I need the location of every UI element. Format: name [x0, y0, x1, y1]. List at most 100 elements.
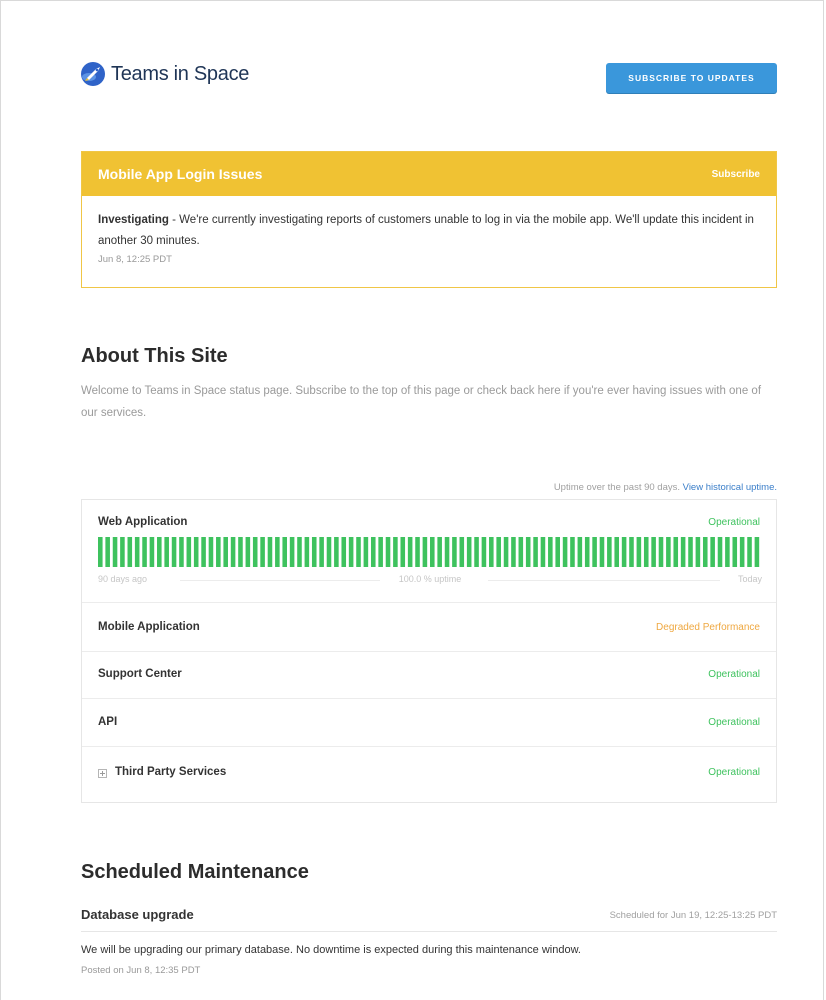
uptime-day-bar[interactable] — [127, 537, 133, 567]
expand-plus-icon[interactable] — [98, 769, 107, 778]
uptime-day-bar[interactable] — [474, 537, 479, 567]
uptime-day-bar[interactable] — [710, 537, 715, 567]
uptime-day-bar[interactable] — [238, 537, 243, 567]
uptime-day-bar[interactable] — [651, 537, 656, 567]
uptime-day-bar[interactable] — [105, 537, 110, 567]
uptime-bar-chart[interactable] — [98, 537, 762, 567]
uptime-day-bar[interactable] — [466, 537, 472, 567]
uptime-day-bar[interactable] — [378, 537, 383, 567]
uptime-day-bar[interactable] — [216, 537, 221, 567]
uptime-day-bar[interactable] — [252, 537, 258, 567]
incident-subscribe-link[interactable]: Subscribe — [712, 169, 760, 180]
uptime-day-bar[interactable] — [260, 537, 265, 567]
uptime-day-bar[interactable] — [548, 537, 553, 567]
uptime-day-bar[interactable] — [370, 537, 376, 567]
uptime-day-bar[interactable] — [629, 537, 634, 567]
uptime-day-bar[interactable] — [754, 537, 760, 567]
uptime-day-bar[interactable] — [179, 537, 184, 567]
uptime-day-bar[interactable] — [334, 537, 339, 567]
uptime-day-bar[interactable] — [348, 537, 354, 567]
uptime-day-bar[interactable] — [584, 537, 590, 567]
uptime-day-bar[interactable] — [688, 537, 693, 567]
uptime-day-bar[interactable] — [525, 537, 531, 567]
uptime-day-bar[interactable] — [680, 537, 686, 567]
uptime-day-bar[interactable] — [282, 537, 288, 567]
uptime-bars[interactable] — [98, 537, 762, 567]
uptime-day-bar[interactable] — [540, 537, 546, 567]
incident-title[interactable]: Mobile App Login Issues — [98, 166, 262, 182]
uptime-day-bar[interactable] — [747, 537, 752, 567]
uptime-day-bar[interactable] — [636, 537, 642, 567]
uptime-day-bar[interactable] — [245, 537, 251, 567]
uptime-day-bar[interactable] — [157, 537, 162, 567]
uptime-day-bar[interactable] — [643, 537, 649, 567]
uptime-day-bar[interactable] — [489, 537, 494, 567]
uptime-day-bar[interactable] — [459, 537, 465, 567]
uptime-day-bar[interactable] — [518, 537, 524, 567]
uptime-day-bar[interactable] — [275, 537, 280, 567]
uptime-day-bar[interactable] — [223, 537, 228, 567]
uptime-day-bar[interactable] — [171, 537, 177, 567]
uptime-day-bar[interactable] — [481, 537, 487, 567]
uptime-day-bar[interactable] — [717, 537, 723, 567]
uptime-day-bar[interactable] — [614, 537, 620, 567]
uptime-day-bar[interactable] — [452, 537, 457, 567]
uptime-day-bar[interactable] — [356, 537, 361, 567]
uptime-day-bar[interactable] — [695, 537, 701, 567]
brand-logo[interactable]: Teams in Space — [81, 62, 249, 86]
uptime-day-bar[interactable] — [326, 537, 332, 567]
uptime-day-bar[interactable] — [385, 537, 391, 567]
uptime-day-bar[interactable] — [599, 537, 605, 567]
uptime-day-bar[interactable] — [193, 537, 199, 567]
uptime-day-bar[interactable] — [658, 537, 664, 567]
uptime-day-bar[interactable] — [311, 537, 317, 567]
uptime-day-bar[interactable] — [437, 537, 442, 567]
uptime-day-bar[interactable] — [592, 537, 597, 567]
maintenance-name[interactable]: Database upgrade — [81, 907, 194, 922]
uptime-day-bar[interactable] — [570, 537, 575, 567]
uptime-day-bar[interactable] — [739, 537, 745, 567]
uptime-day-bar[interactable] — [186, 537, 192, 567]
component-row-third-party-services[interactable]: Third Party Services Operational — [82, 747, 776, 802]
uptime-day-bar[interactable] — [666, 537, 671, 567]
uptime-day-bar[interactable] — [134, 537, 140, 567]
uptime-day-bar[interactable] — [407, 537, 413, 567]
uptime-day-bar[interactable] — [142, 537, 147, 567]
uptime-day-bar[interactable] — [444, 537, 450, 567]
uptime-day-bar[interactable] — [673, 537, 679, 567]
uptime-day-bar[interactable] — [430, 537, 435, 567]
uptime-day-bar[interactable] — [511, 537, 516, 567]
uptime-day-bar[interactable] — [393, 537, 398, 567]
uptime-day-bar[interactable] — [503, 537, 509, 567]
uptime-day-bar[interactable] — [400, 537, 406, 567]
uptime-day-bar[interactable] — [496, 537, 501, 567]
uptime-day-bar[interactable] — [555, 537, 560, 567]
subscribe-to-updates-button[interactable]: SUBSCRIBE TO UPDATES — [606, 63, 777, 93]
uptime-day-bar[interactable] — [363, 537, 369, 567]
uptime-day-bar[interactable] — [297, 537, 302, 567]
uptime-day-bar[interactable] — [149, 537, 155, 567]
uptime-day-bar[interactable] — [98, 537, 103, 567]
uptime-day-bar[interactable] — [164, 537, 169, 567]
uptime-day-bar[interactable] — [120, 537, 125, 567]
uptime-day-bar[interactable] — [621, 537, 627, 567]
uptime-day-bar[interactable] — [415, 537, 420, 567]
uptime-day-bar[interactable] — [702, 537, 708, 567]
uptime-day-bar[interactable] — [230, 537, 236, 567]
uptime-day-bar[interactable] — [562, 537, 568, 567]
uptime-day-bar[interactable] — [577, 537, 583, 567]
uptime-day-bar[interactable] — [267, 537, 273, 567]
uptime-day-bar[interactable] — [112, 537, 118, 567]
uptime-day-bar[interactable] — [732, 537, 738, 567]
uptime-day-bar[interactable] — [341, 537, 347, 567]
uptime-day-bar[interactable] — [533, 537, 538, 567]
uptime-day-bar[interactable] — [208, 537, 214, 567]
historical-uptime-link[interactable]: View historical uptime. — [683, 482, 777, 493]
uptime-day-bar[interactable] — [725, 537, 730, 567]
uptime-day-bar[interactable] — [304, 537, 310, 567]
uptime-day-bar[interactable] — [289, 537, 295, 567]
uptime-day-bar[interactable] — [607, 537, 612, 567]
uptime-day-bar[interactable] — [422, 537, 428, 567]
uptime-day-bar[interactable] — [201, 537, 206, 567]
uptime-day-bar[interactable] — [319, 537, 324, 567]
